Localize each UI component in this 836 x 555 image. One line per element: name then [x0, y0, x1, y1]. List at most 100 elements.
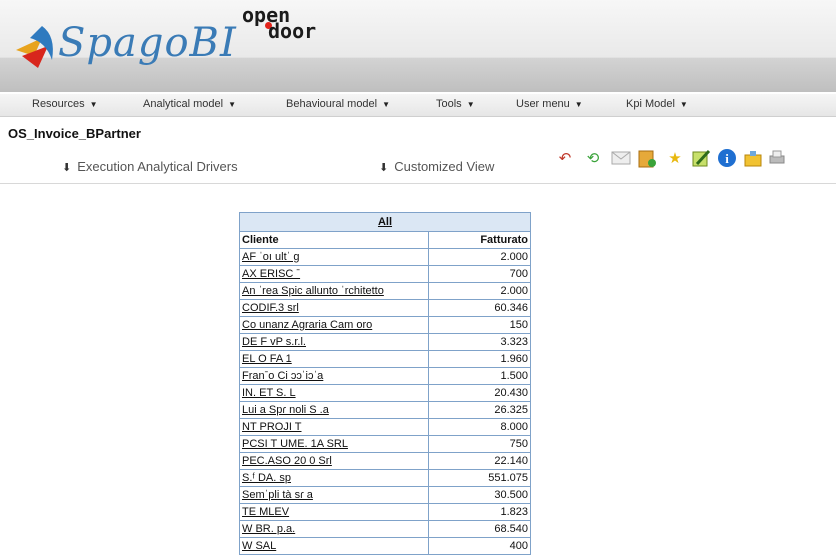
table-row: AF ˈoı ultˈ g 2.000: [239, 248, 531, 266]
fatturato-cell: 30.500: [428, 486, 531, 504]
cliente-link[interactable]: IN. ET S. L: [242, 387, 296, 399]
menu-analytical-model[interactable]: Analytical model ▼: [143, 98, 236, 110]
chevron-down-icon: ▼: [466, 100, 475, 109]
fatturato-cell: 1.960: [428, 350, 531, 368]
opendoor-logo: open door: [242, 3, 317, 43]
cliente-link[interactable]: An ˈrea Spic allunto ˈrchitetto: [242, 285, 384, 297]
main-menu-bar: Resources ▼ Analytical model ▼ Behavioural…: [0, 94, 836, 117]
table-row: EL O FA 1 1.960: [239, 350, 531, 368]
cliente-cell[interactable]: Co unanz Agraria Cam oro: [239, 316, 429, 334]
cliente-link[interactable]: PEC.ASO 20 0 Srl: [242, 455, 332, 467]
info-icon[interactable]: i: [717, 148, 737, 168]
cliente-cell[interactable]: Semˈpli tà sɾ a: [239, 486, 429, 504]
cliente-cell[interactable]: CODIF.3 srl: [239, 299, 429, 317]
fatturato-cell: 8.000: [428, 418, 531, 436]
table-row: IN. ET S. L 20.430: [239, 384, 531, 402]
cliente-cell[interactable]: AX ERISC ˉ: [239, 265, 429, 283]
menu-behavioural-model[interactable]: Behavioural model ▼: [286, 98, 390, 110]
fatturato-cell: 2.000: [428, 282, 531, 300]
refresh-icon[interactable]: ⟲: [583, 148, 603, 168]
cliente-link[interactable]: Franˉo Ci ɔɔˈiɔˈa: [242, 370, 323, 382]
cliente-link[interactable]: Semˈpli tà sɾ a: [242, 489, 313, 501]
cliente-link[interactable]: PCSI T UME. 1A SRL: [242, 438, 348, 450]
fatturato-cell: 26.325: [428, 401, 531, 419]
cliente-cell[interactable]: TE MLEV: [239, 503, 429, 521]
table-row: W SAL 400: [239, 537, 531, 555]
customized-view-link[interactable]: ⬇ Customized View: [379, 159, 494, 174]
print-icon[interactable]: [767, 148, 787, 168]
fatturato-cell: 22.140: [428, 452, 531, 470]
note-icon[interactable]: [691, 148, 711, 168]
menu-user-menu[interactable]: User menu ▼: [516, 98, 583, 110]
table-row: AX ERISC ˉ 700: [239, 265, 531, 283]
table-row: Co unanz Agraria Cam oro 150: [239, 316, 531, 334]
chevron-down-icon: ▼: [228, 100, 237, 109]
pivot-body: AF ˈoı ultˈ g 2.000 AX ERISC ˉ 700 An ˈrea S…: [239, 248, 531, 555]
fatturato-cell: 700: [428, 265, 531, 283]
table-row: S.ᶠ DA. sp 551.075: [239, 469, 531, 487]
favorite-star-icon[interactable]: ★: [665, 148, 685, 168]
chevron-down-icon: ▼: [679, 100, 688, 109]
fatturato-cell: 1.500: [428, 367, 531, 385]
spagobi-wordmark: SpagoBI: [58, 20, 237, 66]
menu-tools[interactable]: Tools ▼: [436, 98, 475, 110]
spagobi-logo: SpagoBI: [12, 6, 262, 70]
back-icon[interactable]: ↶: [555, 148, 575, 168]
fatturato-cell: 60.346: [428, 299, 531, 317]
chevron-down-icon: ▼: [89, 100, 98, 109]
app-header: SpagoBI open door: [0, 0, 836, 92]
table-row: An ˈrea Spic allunto ˈrchitetto 2.000: [239, 282, 531, 300]
table-row: PCSI T UME. 1A SRL 750: [239, 435, 531, 453]
fatturato-cell: 150: [428, 316, 531, 334]
table-row: DE F vP s.r.l. 3.323: [239, 333, 531, 351]
pivot-all-header[interactable]: All: [239, 212, 531, 232]
snapshot-icon[interactable]: [743, 148, 763, 168]
fatturato-cell: 2.000: [428, 248, 531, 266]
cliente-link[interactable]: Co unanz Agraria Cam oro: [242, 319, 372, 331]
toolbar-divider: [0, 183, 836, 184]
menu-kpi-model[interactable]: Kpi Model ▼: [626, 98, 688, 110]
cliente-cell[interactable]: Lui a Spɾ noli S .a: [239, 401, 429, 419]
cliente-cell[interactable]: PEC.ASO 20 0 Srl: [239, 452, 429, 470]
export-icon[interactable]: [637, 148, 657, 168]
pivot-table: All Cliente Fatturato AF ˈoı ultˈ g 2.000…: [239, 212, 531, 555]
chevron-down-icon: ▼: [382, 100, 391, 109]
cliente-cell[interactable]: PCSI T UME. 1A SRL: [239, 435, 429, 453]
cliente-cell[interactable]: IN. ET S. L: [239, 384, 429, 402]
table-row: Franˉo Ci ɔɔˈiɔˈa 1.500: [239, 367, 531, 385]
menu-resources[interactable]: Resources ▼: [32, 98, 98, 110]
table-row: PEC.ASO 20 0 Srl 22.140: [239, 452, 531, 470]
cliente-link[interactable]: DE F vP s.r.l.: [242, 336, 306, 348]
cliente-link[interactable]: W BR. p.a.: [242, 523, 295, 535]
email-icon[interactable]: [611, 148, 631, 168]
execution-drivers-link[interactable]: ⬇ Execution Analytical Drivers: [62, 159, 238, 174]
fatturato-cell: 20.430: [428, 384, 531, 402]
cliente-link[interactable]: TE MLEV: [242, 506, 289, 518]
fatturato-cell: 750: [428, 435, 531, 453]
download-icon: ⬇: [62, 162, 72, 174]
svg-text:i: i: [725, 151, 729, 166]
cliente-link[interactable]: CODIF.3 srl: [242, 302, 299, 314]
cliente-link[interactable]: NT PROJI T: [242, 421, 302, 433]
cliente-cell[interactable]: NT PROJI T: [239, 418, 429, 436]
cliente-link[interactable]: EL O FA 1: [242, 353, 292, 365]
cliente-cell[interactable]: Franˉo Ci ɔɔˈiɔˈa: [239, 367, 429, 385]
table-row: Semˈpli tà sɾ a 30.500: [239, 486, 531, 504]
fatturato-cell: 400: [428, 537, 531, 555]
fatturato-cell: 3.323: [428, 333, 531, 351]
document-title: OS_Invoice_BPartner: [8, 126, 141, 141]
cliente-link[interactable]: AF ˈoı ultˈ g: [242, 251, 299, 263]
cliente-link[interactable]: Lui a Spɾ noli S .a: [242, 404, 329, 416]
cliente-link[interactable]: AX ERISC ˉ: [242, 268, 300, 280]
cliente-link[interactable]: S.ᶠ DA. sp: [242, 472, 291, 484]
cliente-cell[interactable]: DE F vP s.r.l.: [239, 333, 429, 351]
cliente-cell[interactable]: S.ᶠ DA. sp: [239, 469, 429, 487]
column-header-cliente: Cliente: [239, 231, 429, 249]
cliente-link[interactable]: W SAL: [242, 540, 276, 552]
chevron-down-icon: ▼: [574, 100, 583, 109]
cliente-cell[interactable]: EL O FA 1: [239, 350, 429, 368]
fatturato-cell: 551.075: [428, 469, 531, 487]
cliente-cell[interactable]: W SAL: [239, 537, 429, 555]
cliente-cell[interactable]: AF ˈoı ultˈ g: [239, 248, 429, 266]
cliente-cell[interactable]: An ˈrea Spic allunto ˈrchitetto: [239, 282, 429, 300]
